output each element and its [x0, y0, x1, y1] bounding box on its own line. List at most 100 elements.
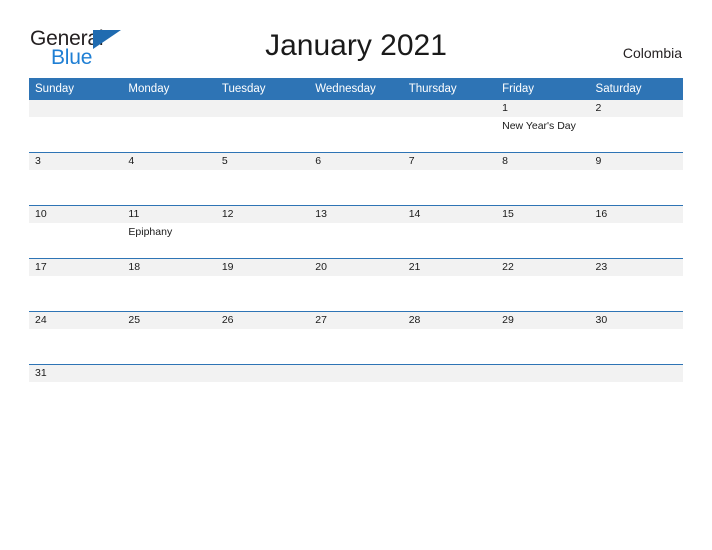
calendar-day-cell[interactable]: 10 [29, 205, 123, 259]
calendar-day-cell[interactable]: 9 [589, 152, 683, 206]
calendar-week-row: 10 11 Epiphany 12 13 14 15 16 [29, 205, 683, 259]
day-cell-inner: 18 [122, 259, 216, 311]
day-cell-inner: 3 [29, 153, 123, 205]
day-number: 6 [309, 153, 403, 170]
calendar-day-cell[interactable]: 14 [402, 205, 497, 259]
calendar-day-cell[interactable]: 17 [29, 258, 123, 312]
calendar-empty-cell [215, 364, 310, 417]
day-number [122, 365, 216, 382]
calendar-day-cell[interactable]: 6 [309, 152, 403, 206]
page-title: January 2021 [265, 29, 447, 62]
day-number: 7 [402, 153, 497, 170]
calendar-empty-cell [122, 364, 216, 417]
calendar-empty-cell [309, 100, 403, 153]
day-cell-inner [215, 365, 310, 417]
calendar-day-cell[interactable]: 7 [402, 152, 497, 206]
day-number: 15 [496, 206, 590, 223]
day-number: 16 [589, 206, 683, 223]
day-cell-inner [309, 365, 403, 417]
weekday-header-wednesday: Wednesday [309, 78, 403, 100]
day-number: 4 [122, 153, 216, 170]
calendar-day-cell[interactable]: 11 Epiphany [122, 205, 216, 259]
day-cell-inner [589, 365, 683, 417]
day-number: 19 [215, 259, 310, 276]
day-number: 3 [29, 153, 123, 170]
calendar-day-cell[interactable]: 30 [589, 311, 683, 365]
calendar-day-cell[interactable]: 12 [215, 205, 310, 259]
calendar-empty-cell [496, 364, 590, 417]
day-cell-inner: 27 [309, 312, 403, 364]
calendar-day-cell[interactable]: 22 [496, 258, 590, 312]
calendar-day-cell[interactable]: 2 [589, 100, 683, 153]
calendar-empty-cell [29, 100, 123, 153]
day-cell-inner: 21 [402, 259, 497, 311]
day-cell-inner [402, 365, 497, 417]
calendar-day-cell[interactable]: 5 [215, 152, 310, 206]
calendar-day-cell[interactable]: 19 [215, 258, 310, 312]
day-cell-inner [29, 100, 123, 152]
weekday-header-monday: Monday [122, 78, 216, 100]
day-cell-inner: 17 [29, 259, 123, 311]
calendar-day-cell[interactable]: 26 [215, 311, 310, 365]
calendar-day-cell[interactable]: 13 [309, 205, 403, 259]
day-number: 25 [122, 312, 216, 329]
calendar-week-row: 31 [29, 364, 683, 417]
day-cell-inner: 28 [402, 312, 497, 364]
day-cell-inner: 11 Epiphany [122, 206, 216, 258]
calendar-week-row: 24 25 26 27 28 29 30 [29, 311, 683, 365]
calendar-day-cell[interactable]: 31 [29, 364, 123, 417]
day-number [589, 365, 683, 382]
calendar-empty-cell [402, 364, 497, 417]
day-number: 23 [589, 259, 683, 276]
day-cell-inner: 15 [496, 206, 590, 258]
calendar-day-cell[interactable]: 3 [29, 152, 123, 206]
weekday-header-tuesday: Tuesday [215, 78, 310, 100]
day-number [309, 365, 403, 382]
day-number [402, 365, 497, 382]
calendar-header-row: Sunday Monday Tuesday Wednesday Thursday Frid… [29, 78, 683, 100]
day-cell-inner [122, 100, 216, 152]
calendar-day-cell[interactable]: 21 [402, 258, 497, 312]
calendar-day-cell[interactable]: 16 [589, 205, 683, 259]
holiday-label: Epiphany [128, 226, 173, 238]
day-cell-inner [496, 365, 590, 417]
day-number [496, 365, 590, 382]
calendar-day-cell[interactable]: 23 [589, 258, 683, 312]
country-label: Colombia [622, 45, 682, 61]
day-number: 21 [402, 259, 497, 276]
day-number: 29 [496, 312, 590, 329]
calendar-week-row: 1 New Year's Day 2 [29, 100, 683, 153]
calendar-day-cell[interactable]: 24 [29, 311, 123, 365]
calendar-week-row: 17 18 19 20 21 22 23 [29, 258, 683, 312]
day-number: 5 [215, 153, 310, 170]
calendar-grid: Sunday Monday Tuesday Wednesday Thursday Frid… [29, 78, 683, 417]
day-number [402, 100, 497, 117]
day-cell-inner: 6 [309, 153, 403, 205]
calendar-day-cell[interactable]: 18 [122, 258, 216, 312]
calendar-day-cell[interactable]: 25 [122, 311, 216, 365]
day-cell-inner: 7 [402, 153, 497, 205]
calendar-day-cell[interactable]: 4 [122, 152, 216, 206]
calendar-day-cell[interactable]: 29 [496, 311, 590, 365]
day-number: 11 [122, 206, 216, 223]
calendar-day-cell[interactable]: 28 [402, 311, 497, 365]
day-number: 28 [402, 312, 497, 329]
day-cell-inner: 10 [29, 206, 123, 258]
calendar-day-cell[interactable]: 15 [496, 205, 590, 259]
weekday-header-sunday: Sunday [29, 78, 123, 100]
calendar-day-cell[interactable]: 27 [309, 311, 403, 365]
day-number [122, 100, 216, 117]
day-number: 26 [215, 312, 310, 329]
calendar-day-cell[interactable]: 1 New Year's Day [496, 100, 590, 153]
calendar-day-cell[interactable]: 20 [309, 258, 403, 312]
day-number [215, 365, 310, 382]
day-cell-inner [215, 100, 310, 152]
day-number: 30 [589, 312, 683, 329]
day-cell-inner [122, 365, 216, 417]
day-cell-inner: 1 New Year's Day [496, 100, 590, 152]
calendar-day-cell[interactable]: 8 [496, 152, 590, 206]
calendar-empty-cell [402, 100, 497, 153]
calendar-empty-cell [589, 364, 683, 417]
day-number: 12 [215, 206, 310, 223]
day-cell-inner: 31 [29, 365, 123, 417]
